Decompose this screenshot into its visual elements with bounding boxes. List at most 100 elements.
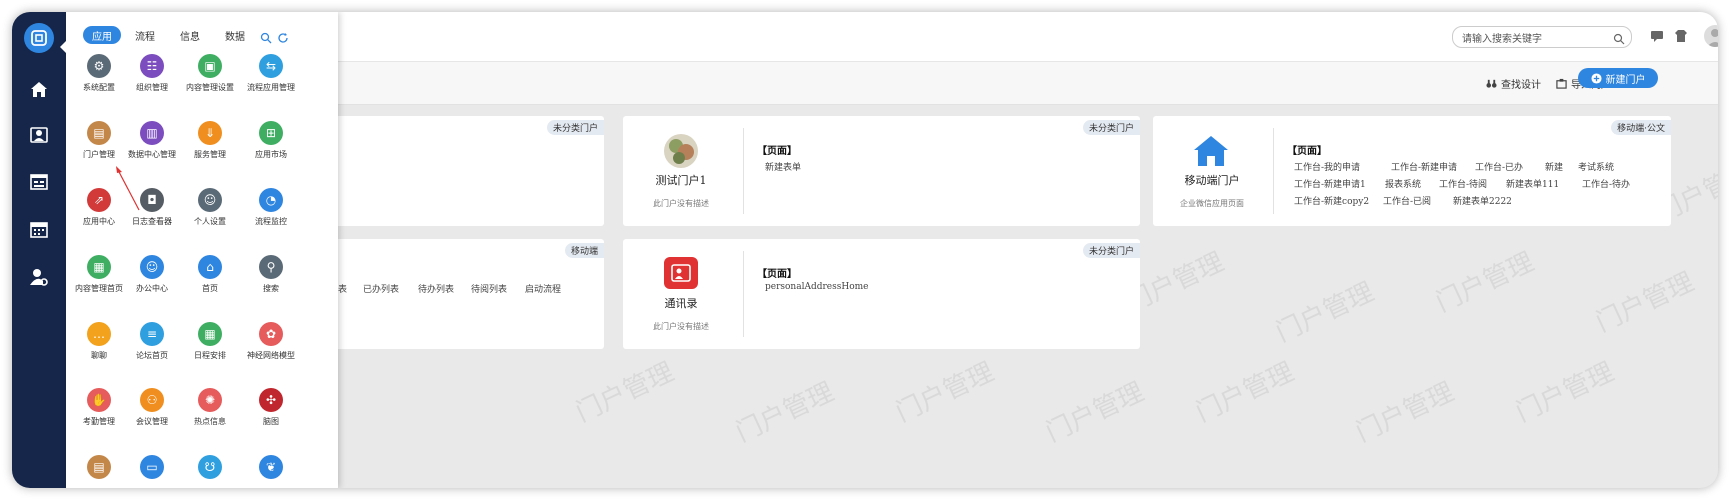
page-link[interactable]: 报表系统 <box>1385 177 1421 190</box>
app-tile[interactable]: ⌂ 首页 <box>176 255 244 294</box>
page-link[interactable]: personalAddressHome <box>765 282 868 292</box>
app-icon: … <box>87 322 111 346</box>
pages-heading: 【页面】 <box>757 269 797 280</box>
app-label: 神经网络模型 <box>247 351 295 360</box>
page-link[interactable]: 启动流程 <box>525 282 561 295</box>
page-link[interactable]: 工作台-待阅 <box>1439 177 1487 190</box>
page-link[interactable]: 考试系统 <box>1578 160 1614 173</box>
drawer-pointer <box>60 41 66 53</box>
portal-title: 移动端门户 <box>1184 174 1240 187</box>
annotation-arrow <box>116 166 140 211</box>
tab-process[interactable]: 流程 <box>130 26 160 44</box>
page-link[interactable]: 表 <box>338 282 347 295</box>
portal-card[interactable]: 移动端 表 已办列表 待办列表 待阅列表 启动流程 <box>318 239 604 349</box>
home-icon[interactable] <box>24 74 54 104</box>
app-tile[interactable]: ☋ <box>176 455 244 483</box>
tab-data[interactable]: 数据 <box>220 26 250 44</box>
portal-card[interactable]: 未分类门户 测试门户1 此门户没有描述 【页面】 新建表单 <box>623 116 1140 226</box>
refresh-icon[interactable] <box>277 29 289 48</box>
app-label: 内容管理设置 <box>186 83 234 92</box>
new-portal-button[interactable]: 新建门户 <box>1578 68 1658 88</box>
watermark: 门户管理 <box>1351 377 1459 449</box>
app-icon: ⚇ <box>140 388 164 412</box>
app-tile[interactable]: ❦ <box>237 455 305 483</box>
app-icon: ☷ <box>140 54 164 78</box>
app-label: 脑图 <box>263 417 279 426</box>
plus-icon <box>1590 72 1602 84</box>
skin-icon[interactable] <box>1674 28 1688 42</box>
pages-heading: 【页面】 <box>1287 146 1327 157</box>
app-icon: ▤ <box>87 121 111 145</box>
portal-desc: 企业微信应用页面 <box>1180 199 1244 208</box>
page-link[interactable]: 新建表单2222 <box>1453 194 1512 207</box>
app-icon: ✣ <box>259 388 283 412</box>
portal-card[interactable]: 移动端·公文 移动端门户 企业微信应用页面 【页面】 工作台-我的申请 工作台-… <box>1153 116 1671 226</box>
app-icon: ✺ <box>198 388 222 412</box>
app-tile[interactable]: ▦ 日程安排 <box>176 322 244 361</box>
divider <box>743 128 744 214</box>
address-book-icon <box>664 257 698 289</box>
page-link[interactable]: 工作台-新建copy2 <box>1294 194 1369 207</box>
app-icon: ▦ <box>198 322 222 346</box>
app-label: 流程应用管理 <box>247 83 295 92</box>
app-tile[interactable]: ⇓ 服务管理 <box>176 121 244 160</box>
page-link[interactable]: 已办列表 <box>363 282 399 295</box>
app-tile[interactable]: ✺ 热点信息 <box>176 388 244 427</box>
app-icon: ▤ <box>87 455 111 479</box>
search-input[interactable]: 请输入搜索关键字 <box>1452 26 1632 48</box>
app-icon: ☺ <box>140 255 164 279</box>
portal-category-tag: 移动端·公文 <box>1611 120 1671 135</box>
page-link[interactable]: 新建表单 <box>765 160 801 173</box>
page-link[interactable]: 工作台-已阅 <box>1383 194 1431 207</box>
portal-category-tag: 未分类门户 <box>1082 243 1140 258</box>
app-icon: ⇓ <box>198 121 222 145</box>
find-design-button[interactable]: 查找设计 <box>1486 76 1541 91</box>
app-label: 个人设置 <box>194 217 226 226</box>
portal-category-tag: 未分类门户 <box>1082 120 1140 135</box>
page-link[interactable]: 工作台-我的申请 <box>1294 160 1360 173</box>
app-icon: ✋ <box>87 388 111 412</box>
document-icon[interactable] <box>24 167 54 197</box>
page-link[interactable]: 工作台-待办 <box>1582 177 1630 190</box>
app-icon: ❦ <box>259 455 283 479</box>
message-icon[interactable] <box>1650 28 1664 42</box>
search-icon[interactable] <box>1613 30 1625 49</box>
user-settings-icon[interactable] <box>24 262 54 292</box>
app-tile[interactable]: ☺ 个人设置 <box>176 188 244 227</box>
app-icon: ⚲ <box>259 255 283 279</box>
main-sidebar <box>12 12 66 488</box>
divider <box>1273 128 1274 214</box>
app-tile[interactable]: ✣ 脑图 <box>237 388 305 427</box>
page-link[interactable]: 工作台-已办 <box>1475 160 1523 173</box>
portal-card[interactable]: 未分类门户 通讯录 此门户没有描述 【页面】 personalAddressHo… <box>623 239 1140 349</box>
page-link[interactable]: 新建 <box>1545 160 1563 173</box>
page-link[interactable]: 新建表单111 <box>1506 177 1559 190</box>
page-link[interactable]: 待办列表 <box>418 282 454 295</box>
app-icon: ⇗ <box>87 188 111 212</box>
calendar-icon[interactable] <box>24 214 54 244</box>
app-tile[interactable]: ⇆ 流程应用管理 <box>237 54 305 93</box>
find-design-label: 查找设计 <box>1501 80 1541 91</box>
search-icon[interactable] <box>260 29 272 48</box>
avatar[interactable] <box>1704 25 1718 47</box>
app-tile[interactable]: ⚲ 搜索 <box>237 255 305 294</box>
app-label: 流程监控 <box>255 217 287 226</box>
app-icon: ◔ <box>259 188 283 212</box>
logo-icon[interactable] <box>24 23 54 53</box>
tab-info[interactable]: 信息 <box>175 26 205 44</box>
app-tile[interactable]: ⊞ 应用市场 <box>237 121 305 160</box>
contact-icon[interactable] <box>24 120 54 150</box>
app-label: 服务管理 <box>194 150 226 159</box>
app-tile[interactable]: ▣ 内容管理设置 <box>176 54 244 93</box>
app-icon: ▭ <box>140 455 164 479</box>
page-link[interactable]: 待阅列表 <box>471 282 507 295</box>
tab-apps[interactable]: 应用 <box>83 26 121 44</box>
watermark: 门户管理 <box>1511 357 1619 429</box>
app-tile[interactable]: ✿ 神经网络模型 <box>237 322 305 361</box>
app-tile[interactable]: ◔ 流程监控 <box>237 188 305 227</box>
page-link[interactable]: 工作台-新建申请 <box>1391 160 1457 173</box>
page-link[interactable]: 工作台-新建申请1 <box>1294 177 1366 190</box>
portal-card[interactable]: 未分类门户 <box>318 116 604 226</box>
portal-thumbnail <box>664 134 698 168</box>
house-icon <box>1192 134 1230 168</box>
